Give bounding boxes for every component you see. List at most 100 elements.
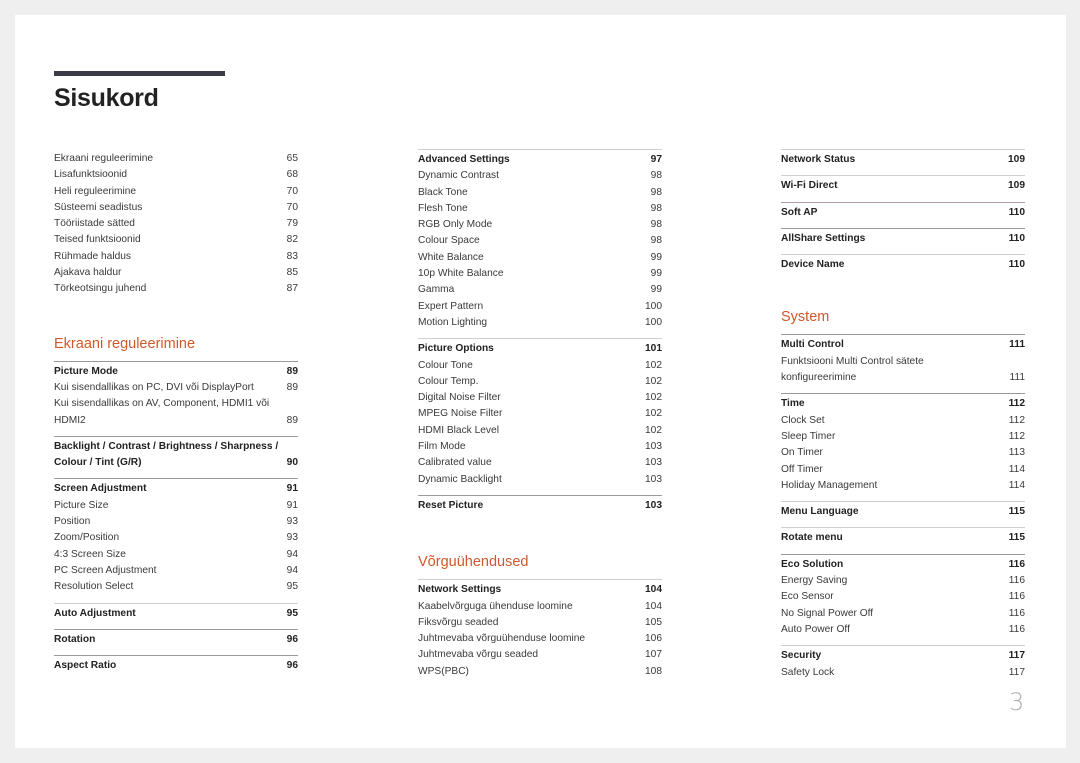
- toc-entry[interactable]: Juhtmevaba võrguühenduse loomine 106: [418, 631, 662, 647]
- toc-entry[interactable]: Kaabelvõrguga ühenduse loomine 104: [418, 599, 662, 615]
- toc-group-heading[interactable]: Aspect Ratio 96: [54, 658, 298, 674]
- toc-entry[interactable]: Ajakava haldur 85: [54, 265, 298, 281]
- entry-label: On Timer: [781, 447, 823, 459]
- toc-entry[interactable]: Rühmade haldus 83: [54, 249, 298, 265]
- entry-label: RGB Only Mode: [418, 219, 493, 231]
- toc-entry[interactable]: Dynamic Contrast 98: [418, 168, 662, 184]
- toc-entry[interactable]: WPS(PBC) 108: [418, 664, 662, 680]
- toc-group: Wi-Fi Direct 109: [781, 175, 1025, 194]
- toc-entry[interactable]: White Balance 99: [418, 250, 662, 266]
- toc-entry[interactable]: 10p White Balance 99: [418, 266, 662, 282]
- entry-label: Colour Tone: [418, 359, 473, 371]
- toc-group-heading[interactable]: Network Settings 104: [418, 582, 662, 598]
- toc-group-heading[interactable]: Soft AP 110: [781, 205, 1025, 221]
- toc-entry[interactable]: Sleep Timer 112: [781, 429, 1025, 445]
- toc-group-heading[interactable]: Menu Language 115: [781, 504, 1025, 520]
- toc-group-heading[interactable]: Reset Picture 103: [418, 498, 662, 514]
- toc-group: Menu Language 115: [781, 501, 1025, 520]
- toc-entry[interactable]: 4:3 Screen Size 94: [54, 547, 298, 563]
- toc-group-heading[interactable]: Picture Mode 89: [54, 364, 298, 380]
- entry-label: Safety Lock: [781, 666, 835, 678]
- entry-page-number: 115: [1008, 506, 1025, 518]
- toc-entry[interactable]: Energy Saving 116: [781, 573, 1025, 589]
- toc-entry[interactable]: Calibrated value 103: [418, 455, 662, 471]
- entry-page-number: 98: [650, 202, 662, 214]
- toc-group-heading[interactable]: Eco Solution 116: [781, 557, 1025, 573]
- toc-group-heading[interactable]: Rotation 96: [54, 632, 298, 648]
- toc-entry[interactable]: HDMI Black Level 102: [418, 423, 662, 439]
- entry-label: 10p White Balance: [418, 268, 504, 280]
- toc-entry[interactable]: Tööriistade sätted 79: [54, 216, 298, 232]
- entry-page-number: 65: [286, 153, 298, 164]
- toc-group-heading[interactable]: Auto Adjustment 95: [54, 606, 298, 622]
- toc-entry[interactable]: Film Mode 103: [418, 439, 662, 455]
- toc-entry[interactable]: RGB Only Mode 98: [418, 217, 662, 233]
- toc-entry[interactable]: Digital Noise Filter 102: [418, 390, 662, 406]
- toc-entry[interactable]: Holiday Management 114: [781, 478, 1025, 494]
- toc-entry[interactable]: Heli reguleerimine 70: [54, 184, 298, 200]
- entry-label: Tööriistade sätted: [54, 218, 135, 230]
- toc-entry[interactable]: Kui sisendallikas on AV, Component, HDMI…: [54, 396, 298, 429]
- toc-entry[interactable]: Colour Temp. 102: [418, 374, 662, 390]
- toc-entry[interactable]: Gamma 99: [418, 282, 662, 298]
- toc-group-heading[interactable]: Device Name 110: [781, 257, 1025, 273]
- toc-group-heading[interactable]: Rotate menu 115: [781, 530, 1025, 546]
- toc-entry[interactable]: On Timer 113: [781, 445, 1025, 461]
- toc-group-heading[interactable]: Time 112: [781, 396, 1025, 412]
- entry-label: Zoom/Position: [54, 532, 120, 544]
- toc-entry[interactable]: Dynamic Backlight 103: [418, 472, 662, 488]
- entry-label: Dynamic Backlight: [418, 473, 502, 485]
- toc-entry[interactable]: MPEG Noise Filter 102: [418, 406, 662, 422]
- toc-group-heading[interactable]: Backlight / Contrast / Brightness / Shar…: [54, 439, 298, 472]
- toc-group-heading[interactable]: Wi-Fi Direct 109: [781, 178, 1025, 194]
- toc-entry[interactable]: Zoom/Position 93: [54, 530, 298, 546]
- entry-page-number: 98: [650, 170, 662, 182]
- toc-group-heading[interactable]: Picture Options 101: [418, 341, 662, 357]
- entry-page-number: 102: [645, 392, 662, 404]
- entry-page-number: 83: [286, 250, 298, 262]
- entry-label: Digital Noise Filter: [418, 392, 501, 404]
- toc-entry[interactable]: Expert Pattern 100: [418, 299, 662, 315]
- entry-label: Teised funktsioonid: [54, 234, 141, 246]
- entry-label: Picture Mode: [54, 365, 118, 377]
- toc-entry[interactable]: No Signal Power Off 116: [781, 606, 1025, 622]
- toc-entry[interactable]: Lisafunktsioonid 68: [54, 167, 298, 183]
- toc-group-heading[interactable]: Multi Control 111: [781, 337, 1025, 353]
- toc-entry[interactable]: Törkeotsingu juhend 87: [54, 281, 298, 297]
- toc-entry[interactable]: Ekraani reguleerimine 65: [54, 151, 298, 167]
- toc-entry[interactable]: Eco Sensor 116: [781, 589, 1025, 605]
- toc-entry[interactable]: Resolution Select 95: [54, 579, 298, 595]
- toc-group-heading[interactable]: Security 117: [781, 648, 1025, 664]
- toc-entry[interactable]: Fiksvõrgu seaded 105: [418, 615, 662, 631]
- entry-label: Eco Solution: [781, 558, 844, 570]
- toc-entry[interactable]: Kui sisendallikas on PC, DVI või Display…: [54, 380, 298, 396]
- toc-entry[interactable]: Safety Lock 117: [781, 665, 1025, 681]
- toc-entry[interactable]: Süsteemi seadistus 70: [54, 200, 298, 216]
- toc-group-heading[interactable]: Network Status 109: [781, 152, 1025, 168]
- toc-entry[interactable]: Black Tone 98: [418, 185, 662, 201]
- toc-intro-list: Ekraani reguleerimine 65 Lisafunktsioonid 6…: [54, 151, 298, 298]
- toc-entry[interactable]: Colour Tone 102: [418, 358, 662, 374]
- entry-page-number: 103: [645, 457, 662, 469]
- toc-group-heading[interactable]: AllShare Settings 110: [781, 231, 1025, 247]
- toc-entry[interactable]: Colour Space 98: [418, 233, 662, 249]
- toc-network-groups: Network Status 109 Wi-Fi Direct 109 Soft AP 1…: [781, 149, 1025, 273]
- toc-group-heading[interactable]: Screen Adjustment 91: [54, 481, 298, 497]
- toc-entry[interactable]: Position 93: [54, 514, 298, 530]
- toc-entry[interactable]: Motion Lighting 100: [418, 315, 662, 331]
- toc-entry[interactable]: Clock Set 112: [781, 413, 1025, 429]
- entry-page-number: 97: [650, 154, 662, 165]
- toc-entry[interactable]: Picture Size 91: [54, 498, 298, 514]
- toc-entry[interactable]: Auto Power Off 116: [781, 622, 1025, 638]
- entry-page-number: 94: [286, 548, 298, 560]
- toc-entry[interactable]: Juhtmevaba võrgu seaded 107: [418, 647, 662, 663]
- toc-entry[interactable]: Flesh Tone 98: [418, 201, 662, 217]
- entry-page-number: 79: [286, 218, 298, 230]
- entry-page-number: 68: [286, 169, 298, 181]
- entry-page-number: 111: [1009, 372, 1025, 384]
- toc-entry[interactable]: PC Screen Adjustment 94: [54, 563, 298, 579]
- toc-group-heading[interactable]: Advanced Settings 97: [418, 152, 662, 168]
- toc-entry[interactable]: Teised funktsioonid 82: [54, 232, 298, 248]
- toc-entry[interactable]: Off Timer 114: [781, 462, 1025, 478]
- toc-entry[interactable]: Funktsiooni Multi Control sätete konfigu…: [781, 354, 1025, 387]
